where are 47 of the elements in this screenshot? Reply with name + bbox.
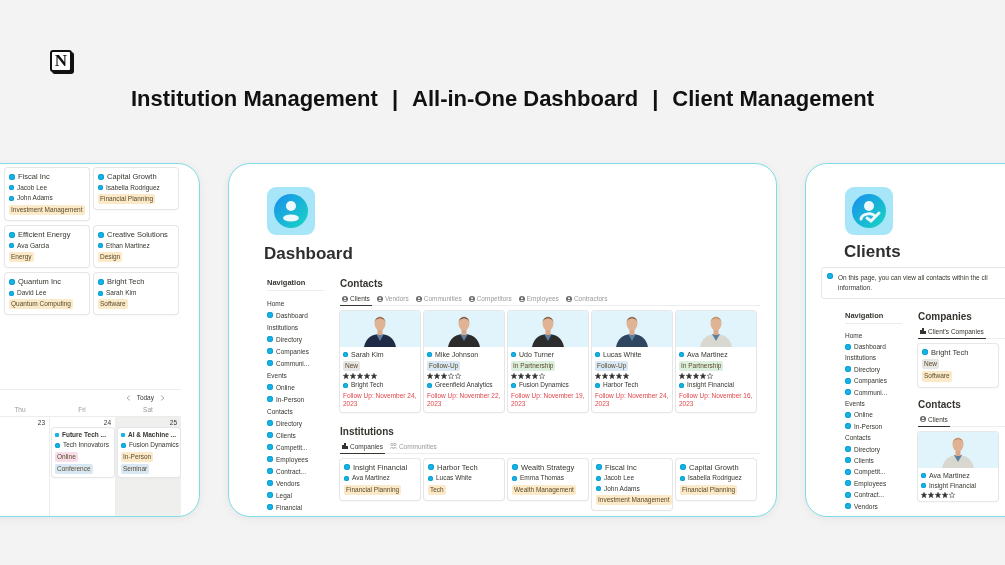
square-icon: [121, 433, 125, 438]
section-heading: Contacts: [340, 278, 384, 289]
person-icon: [415, 295, 422, 302]
person-icon: [518, 295, 525, 302]
section-heading: Companies: [918, 310, 973, 322]
building-icon: [342, 443, 348, 450]
round-icon: [511, 352, 516, 358]
empty-star-icon: [539, 373, 545, 380]
round-icon: [845, 343, 851, 350]
person-icon: [267, 187, 315, 235]
round-icon: [121, 443, 126, 449]
person-icon: [376, 295, 383, 302]
round-icon: [679, 352, 684, 358]
round-icon: [267, 312, 273, 318]
round-icon: [595, 382, 600, 388]
round-icon: [343, 382, 348, 388]
banner-title: Institution Management: [131, 86, 378, 112]
banner-title: Client Management: [672, 86, 874, 112]
section-heading: Institutions: [340, 425, 395, 437]
round-icon: [427, 382, 432, 388]
chevron-right-icon[interactable]: [160, 394, 165, 401]
logo: N: [50, 50, 72, 72]
round-icon: [827, 273, 833, 279]
building-icon: [920, 328, 926, 334]
person-icon: [468, 295, 475, 302]
round-icon: [922, 349, 928, 356]
people-icon: [389, 443, 397, 450]
round-icon: [343, 352, 348, 358]
page-title: Dashboard: [264, 244, 354, 264]
chevron-left-icon[interactable]: [125, 394, 131, 401]
round-icon: [55, 443, 60, 449]
section-heading: Contacts: [918, 398, 962, 410]
person-icon: [920, 416, 926, 422]
empty-star-icon: [707, 373, 713, 380]
banner-title: All-in-One Dashboard: [412, 86, 639, 112]
person-icon: [342, 295, 348, 302]
round-icon: [427, 352, 432, 358]
page-title: Clients: [844, 242, 902, 262]
square-icon: [55, 433, 59, 438]
separator: |: [391, 86, 399, 112]
round-icon: [511, 382, 516, 388]
person-check-icon: [845, 187, 893, 235]
person-icon: [565, 295, 572, 302]
round-icon: [679, 382, 684, 388]
round-icon: [595, 352, 600, 358]
empty-star-icon: [949, 492, 955, 499]
separator: |: [652, 86, 659, 112]
